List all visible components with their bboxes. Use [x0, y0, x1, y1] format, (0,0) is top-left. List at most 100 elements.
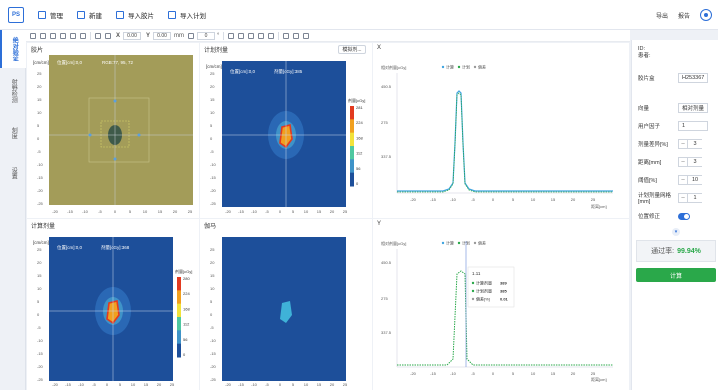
- user-avatar-icon[interactable]: [700, 9, 712, 21]
- axis-unit: [cm/cm]: [33, 60, 49, 65]
- y-tick-label: -25: [210, 201, 217, 206]
- x-tick-label: 0: [279, 382, 282, 387]
- svg-text:计划剂量: 计划剂量: [476, 288, 492, 294]
- y-ticks: 25 20 15 10 5 0 -5 -10 -15 -20 -25: [37, 71, 44, 206]
- y-tick-label: 25: [210, 247, 215, 252]
- decrement-button[interactable]: –: [678, 139, 688, 149]
- decrement-button[interactable]: –: [678, 193, 688, 203]
- menu-new[interactable]: 新建: [77, 10, 102, 20]
- user-factor-input[interactable]: 1: [678, 121, 708, 131]
- fullscreen-icon[interactable]: [80, 32, 86, 39]
- x-axis-label: 距离[cm]: [591, 203, 607, 209]
- plan-profile-line: [397, 92, 613, 193]
- y-tick-label: -25: [37, 377, 44, 382]
- decrement-button[interactable]: –: [678, 157, 688, 167]
- x-tick-label: 15: [317, 382, 322, 387]
- y-tick-label: 25: [210, 71, 215, 76]
- nav-label: 射野检测: [10, 79, 17, 103]
- y-tick-label: 10: [210, 286, 215, 291]
- calculate-button[interactable]: 计算: [636, 268, 716, 282]
- row-label: 阈值[%]: [638, 178, 657, 184]
- x-tick-label: 10: [531, 371, 536, 376]
- nav-field-check[interactable]: 射野检测: [0, 72, 26, 110]
- colorbar-label: 112: [183, 322, 190, 327]
- row-label: 距离[mm]: [638, 160, 662, 166]
- x-tick-label: 0: [106, 382, 109, 387]
- y-tick-label: 10: [37, 286, 42, 291]
- x-tick-label: 15: [551, 371, 556, 376]
- x-tick-label: 0: [279, 209, 282, 214]
- plan-dose-panel: 计划剂量 模拟剂... [cm/cm] 位置[cm]:0,0 剂量[cGy]:3…: [200, 43, 372, 218]
- y-tick-label: -5: [210, 325, 214, 330]
- x-tick-label: 25: [591, 371, 596, 376]
- x-axis-label: 距离[cm]: [591, 376, 607, 382]
- menu-import-plan[interactable]: 导入计划: [168, 10, 206, 20]
- reset-icon[interactable]: [30, 32, 36, 39]
- colorbar-label: 168: [356, 135, 363, 140]
- zoom-in-icon[interactable]: [228, 32, 235, 39]
- vector-select[interactable]: 相对剂量: [678, 103, 708, 113]
- colorbar-label: 280: [183, 276, 190, 281]
- tooltip-position: 1.11: [472, 271, 481, 276]
- threshold-input[interactable]: 10: [688, 175, 702, 185]
- crop-icon[interactable]: [258, 32, 265, 39]
- home-icon[interactable]: [40, 32, 46, 39]
- x-profile-chart[interactable]: 相对剂量[cGy] 距离[cm] 计算 计划 偏差 450.5 275 337.…: [373, 43, 629, 218]
- row-label: 用户因子: [638, 124, 661, 130]
- svg-text:计算: 计算: [446, 240, 454, 246]
- chevron-down-icon[interactable]: ▾: [672, 228, 680, 236]
- threshold-row: 阈值[%] –10: [638, 174, 718, 186]
- legend: 计算 计划 偏差: [441, 64, 486, 70]
- nav-absolute-verify[interactable]: 绝对验证: [0, 30, 26, 68]
- position-correct-toggle[interactable]: [678, 212, 690, 220]
- film-box-select[interactable]: H253367: [678, 73, 708, 83]
- fit-icon[interactable]: [70, 32, 76, 39]
- y-profile-chart[interactable]: 相对剂量[cGy] 距离[cm] 计算 计划 偏差 450.5 275 337.…: [373, 219, 629, 390]
- y-tick-label: 10: [37, 110, 42, 115]
- menu-import-film[interactable]: 导入胶片: [116, 10, 154, 20]
- patient-info: ID: 患者:: [638, 46, 651, 60]
- svg-text:0.01: 0.01: [500, 297, 509, 302]
- x-tick-label: -15: [65, 382, 72, 387]
- flip-h-icon[interactable]: [95, 32, 101, 39]
- undo-icon[interactable]: [303, 32, 310, 39]
- x-tick-label: -10: [78, 382, 85, 387]
- x-tick-label: 25: [343, 209, 348, 214]
- y-tick: 450.5: [381, 84, 392, 89]
- compare-icon[interactable]: [293, 32, 300, 39]
- y-tick-label: 15: [210, 273, 215, 278]
- x-profile-panel: X 相对剂量[cGy] 距离[cm] 计算 计划 偏差 450.5 275 33…: [373, 43, 629, 218]
- gamma-image[interactable]: -20 -15 -10 -5 0 5 10 15 20 25 25 20 15 10 5 0 -5 -10 -15…: [200, 219, 372, 390]
- dose-diff-input[interactable]: 3: [688, 139, 702, 149]
- export-button[interactable]: 导出: [656, 11, 668, 20]
- x-offset-input[interactable]: 0.00: [123, 31, 142, 40]
- x-tick-label: -5: [265, 209, 269, 214]
- grid-icon[interactable]: [268, 32, 275, 39]
- x-tick-label: 10: [304, 209, 309, 214]
- x-tick-label: 20: [173, 209, 178, 214]
- report-button[interactable]: 报告: [678, 11, 690, 20]
- menu-manage[interactable]: 管理: [38, 10, 63, 20]
- plan-dose-image[interactable]: [cm/cm] 位置[cm]:0,0 剂量[cGy]:385 剂量[cGy] 2…: [200, 43, 372, 218]
- nav-calibrate[interactable]: 刻度: [0, 120, 26, 146]
- film-image[interactable]: [cm/cm] 位置[cm]:0,0 RGB:77, 95, 72 -20 -15…: [27, 43, 199, 218]
- x-tick-label: 5: [292, 382, 295, 387]
- settings-panel: ID: 患者: 胶片盒 H253367 向量 相对剂量 用户因子 1 剂量差异[%] –…: [631, 40, 718, 390]
- distance-input[interactable]: 3: [688, 157, 702, 167]
- y-tick-label: -15: [37, 175, 44, 180]
- x-ticks: -20 -15 -10 -5 0 5 10 15 20 25: [52, 382, 175, 387]
- calc-dose-image[interactable]: [cm/cm] 位置[cm]:0,0 剂量[cGy]:368 剂量[cGy] 2…: [27, 219, 199, 390]
- colorbar-segment: [350, 119, 354, 134]
- angle-input[interactable]: 0: [197, 31, 216, 40]
- pan-icon[interactable]: [50, 32, 56, 39]
- flip-v-icon[interactable]: [105, 32, 111, 39]
- zoom-out-icon[interactable]: [238, 32, 245, 39]
- layout-icon[interactable]: [283, 32, 290, 39]
- nav-settings[interactable]: 设置: [0, 160, 26, 186]
- y-tick: 337.5: [381, 154, 392, 159]
- zoom-fit-icon[interactable]: [248, 32, 255, 39]
- decrement-button[interactable]: –: [678, 175, 688, 185]
- rotate-icon[interactable]: [60, 32, 66, 39]
- y-offset-input[interactable]: 0.00: [153, 31, 172, 40]
- grid-input[interactable]: 1: [688, 193, 702, 203]
